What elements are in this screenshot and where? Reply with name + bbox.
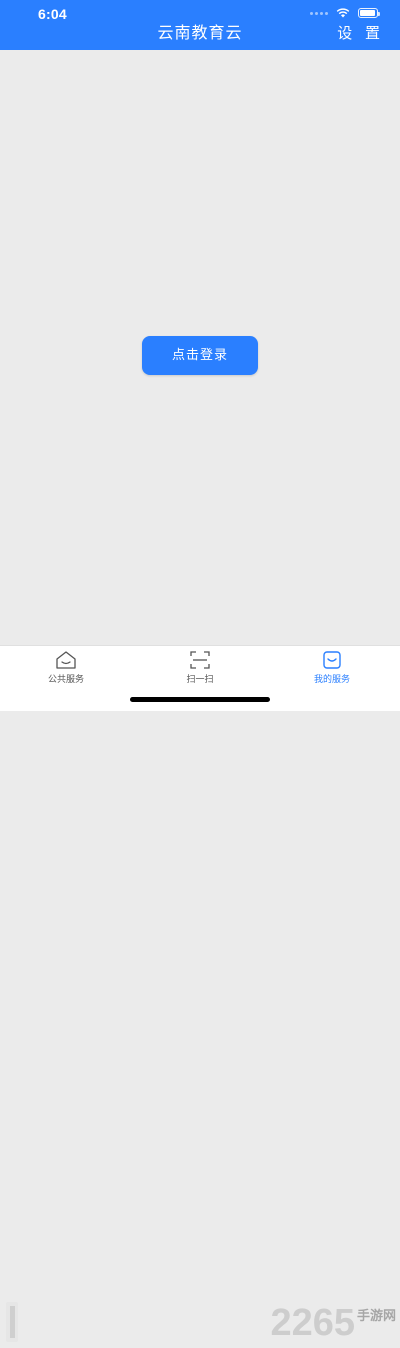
tab-scan[interactable]: 扫一扫 bbox=[160, 650, 240, 685]
watermark-number: 2265 bbox=[270, 1302, 355, 1344]
tab-label: 我的服务 bbox=[313, 675, 350, 685]
watermark-logo-icon bbox=[6, 1302, 18, 1342]
settings-button[interactable]: 设 置 bbox=[337, 22, 384, 44]
tab-label: 扫一扫 bbox=[186, 675, 214, 685]
my-service-icon bbox=[323, 651, 341, 669]
watermark: 2265 手游网 bbox=[270, 1298, 396, 1348]
status-icons bbox=[310, 8, 380, 18]
tab-public-service[interactable]: 公共服务 bbox=[26, 650, 106, 685]
login-button[interactable]: 点击登录 bbox=[142, 336, 258, 375]
scan-icon bbox=[190, 651, 210, 669]
nav-bar: 云南教育云 设 置 bbox=[0, 22, 400, 50]
watermark-suffix: 手游网 bbox=[356, 1308, 396, 1323]
wifi-icon bbox=[336, 8, 350, 18]
home-indicator bbox=[130, 697, 270, 702]
status-bar: 6:04 bbox=[0, 0, 400, 22]
tab-label: 公共服务 bbox=[47, 675, 84, 685]
signal-dots-icon bbox=[310, 11, 328, 15]
battery-icon bbox=[358, 8, 380, 18]
home-icon bbox=[56, 651, 76, 669]
status-time: 6:04 bbox=[38, 6, 67, 22]
tab-my-service[interactable]: 我的服务 bbox=[292, 650, 372, 685]
